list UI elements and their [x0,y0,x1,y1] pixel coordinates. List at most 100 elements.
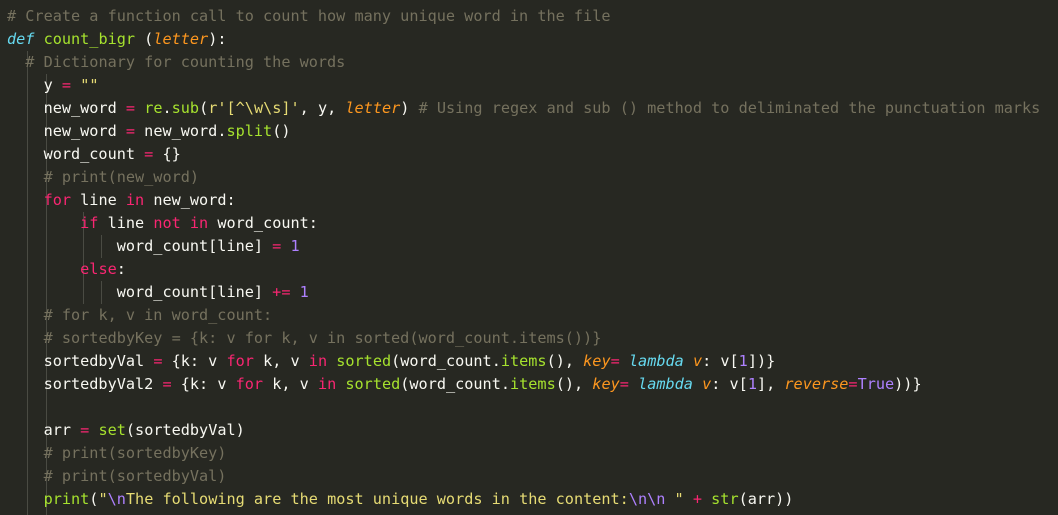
code-token: True [857,375,895,393]
code-token: letter [153,30,209,48]
code-token: v [692,352,703,370]
code-token: line [98,214,154,232]
code-token: not in [153,214,209,232]
code-token: y [7,76,62,94]
code-line-12[interactable]: else: [7,258,126,281]
code-token: : [116,260,126,278]
code-line-4[interactable]: y = "" [7,74,99,97]
code-token: = [61,76,72,94]
code-line-2[interactable]: def count_bigr (letter): [7,28,227,51]
code-token: letter [345,99,401,117]
code-token: ))} [894,375,922,393]
code-line-6[interactable]: new_word = new_word.split() [7,120,291,143]
code-token: = [144,145,154,163]
code-line-14[interactable]: # for k, v in word_count: [7,304,273,327]
code-line-9[interactable]: for line in new_word: [7,189,236,212]
code-token: # for k, v in word_count: [43,306,273,324]
code-token: items [500,352,547,370]
code-token: # sortedbyKey = {k: v for k, v in sorted… [43,329,602,347]
code-line-7[interactable]: word_count = {} [7,143,181,166]
code-line-20[interactable]: # print(sortedbyKey) [7,442,227,465]
code-token: sortedbyVal2 [7,375,163,393]
code-token: : v[ [702,352,739,370]
code-line-23[interactable]: # print(sortedbyVal2) [7,511,236,515]
code-line-13[interactable]: word_count[line] += 1 [7,281,309,304]
code-line-5[interactable]: new_word = re.sub(r'[^\w\s]', y, letter)… [7,97,1041,120]
code-token: ])} [747,352,776,370]
code-token: = [610,352,620,370]
code-token: . [162,99,172,117]
code-token: ): [208,30,227,48]
code-line-22[interactable]: print("\nThe following are the most uniq… [7,488,794,511]
code-line-11[interactable]: word_count[line] = 1 [7,235,300,258]
code-line-21[interactable]: # print(sortedbyVal) [7,465,227,488]
code-line-3[interactable]: # Dictionary for counting the words [7,51,345,74]
code-token: ], [756,375,785,393]
code-token: 1 [299,283,309,301]
code-token: str [711,490,739,508]
code-token: (), [555,375,593,393]
code-token: {k: v [162,352,227,370]
code-token: print [43,490,90,508]
code-token: The following are the most unique words … [125,490,629,508]
code-token: items [510,375,556,393]
code-editor[interactable]: # Create a function call to count how ma… [0,0,1058,515]
code-token: sortedbyVal [7,352,154,370]
code-token: lambda [638,375,693,393]
code-token: # print(sortedbyKey) [43,444,227,462]
code-token: word_count[line] [7,237,273,255]
code-token: 1 [290,237,300,255]
code-token: # print(new_word) [43,168,200,186]
code-token: += [272,283,291,301]
code-token: new_word. [135,122,227,140]
code-token: split [226,122,273,140]
code-token: k, v [263,375,318,393]
code-token: v [702,375,712,393]
code-token: # Create a function call to count how ma… [7,7,611,25]
code-token: new_word [7,122,126,140]
code-token: = [619,375,629,393]
code-token: r'[^\w\s]' [208,99,300,117]
code-token: sorted [336,352,392,370]
code-token: ( [199,99,209,117]
code-line-8[interactable]: # print(new_word) [7,166,199,189]
code-token: in [308,352,328,370]
code-token: , y, [299,99,346,117]
code-token: new_word [7,99,126,117]
code-token: for [235,375,264,393]
code-token: (arr)) [738,490,794,508]
code-token: # Dictionary for counting the words [25,53,346,71]
code-token: {} [153,145,181,163]
code-token: = [162,375,172,393]
code-token: = [272,237,282,255]
code-line-15[interactable]: # sortedbyKey = {k: v for k, v in sorted… [7,327,602,350]
code-token: word_count [7,145,145,163]
code-line-19[interactable]: arr = set(sortedbyVal) [7,419,245,442]
code-token: word_count[line] [7,283,273,301]
code-line-17[interactable]: sortedbyVal2 = {k: v for k, v in sorted(… [7,373,922,396]
code-line-16[interactable]: sortedbyVal = {k: v for k, v in sorted(w… [7,350,776,373]
code-token: : v[ [711,375,748,393]
code-token: new_word: [144,191,236,209]
code-token: + [692,490,702,508]
code-token: def [7,30,35,48]
code-line-10[interactable]: if line not in word_count: [7,212,318,235]
code-line-1[interactable]: # Create a function call to count how ma… [7,5,610,28]
code-token: key [592,375,620,393]
code-token: 1 [747,375,757,393]
code-token: \n\n [628,490,666,508]
code-token: re [144,99,163,117]
code-token: word_count: [208,214,318,232]
